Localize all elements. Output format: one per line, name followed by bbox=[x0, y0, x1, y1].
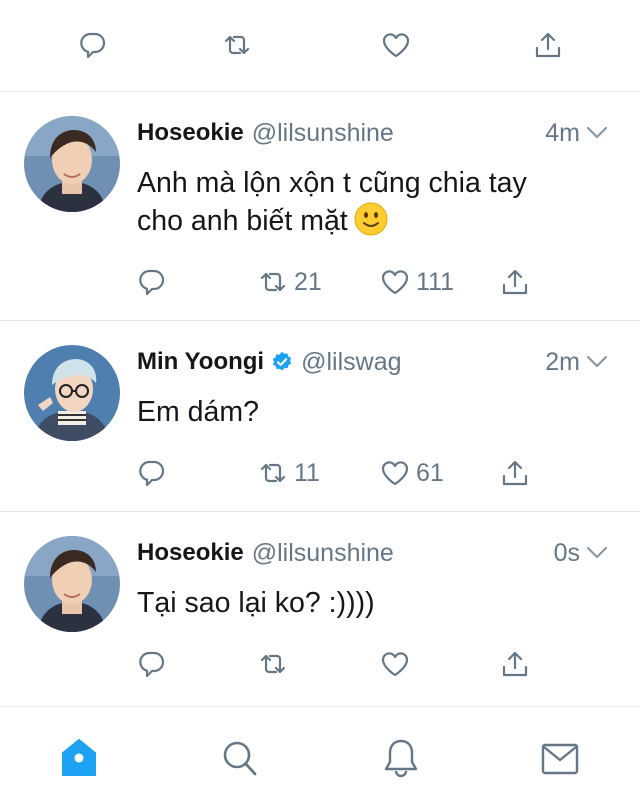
bottom-tab-bar bbox=[0, 706, 640, 802]
previous-tweet-actions bbox=[0, 0, 640, 92]
display-name[interactable]: Hoseokie bbox=[137, 539, 244, 567]
share-button[interactable] bbox=[500, 267, 530, 297]
search-icon[interactable] bbox=[220, 737, 258, 779]
retweet-icon bbox=[260, 272, 286, 292]
reply-button[interactable] bbox=[136, 649, 166, 679]
reply-icon bbox=[139, 651, 165, 678]
reply-icon bbox=[139, 460, 165, 487]
chevron-down-icon[interactable] bbox=[586, 355, 608, 369]
like-button[interactable]: 111 bbox=[380, 267, 454, 297]
like-button[interactable] bbox=[380, 649, 410, 679]
tweet-time: 0s bbox=[554, 536, 608, 570]
tweet-header: Hoseokie @lilsunshine bbox=[137, 536, 394, 570]
tweet[interactable]: Hoseokie @lilsunshine 0s Tại sao lại ko?… bbox=[0, 512, 640, 706]
timestamp: 2m bbox=[545, 347, 580, 376]
retweet-icon bbox=[260, 463, 286, 483]
user-handle[interactable]: @lilswag bbox=[301, 348, 401, 377]
like-button[interactable]: 61 bbox=[380, 458, 444, 488]
share-button[interactable] bbox=[500, 649, 530, 679]
like-count: 61 bbox=[416, 458, 444, 487]
like-icon bbox=[381, 270, 409, 295]
like-icon bbox=[381, 652, 409, 677]
tweet-header: Hoseokie @lilsunshine bbox=[137, 116, 394, 150]
reply-button[interactable] bbox=[136, 458, 166, 488]
display-name[interactable]: Min Yoongi bbox=[137, 348, 264, 376]
chevron-down-icon[interactable] bbox=[586, 546, 608, 560]
tweet-text: Em dám? bbox=[137, 396, 259, 428]
avatar[interactable] bbox=[24, 116, 120, 212]
home-icon[interactable] bbox=[60, 737, 98, 779]
retweet-icon bbox=[260, 654, 286, 674]
retweet-button[interactable]: 21 bbox=[258, 267, 322, 297]
like-icon[interactable] bbox=[381, 30, 411, 60]
tweet-time: 2m bbox=[545, 345, 608, 379]
notifications-icon[interactable] bbox=[382, 737, 420, 779]
tweet-text: Anh mà lộn xộn t cũng chia tay cho anh b… bbox=[137, 165, 607, 240]
share-icon[interactable] bbox=[533, 30, 563, 60]
retweet-count: 11 bbox=[294, 458, 320, 487]
share-icon bbox=[502, 651, 528, 677]
retweet-count: 21 bbox=[294, 267, 322, 296]
display-name[interactable]: Hoseokie bbox=[137, 119, 244, 147]
avatar[interactable] bbox=[24, 536, 120, 632]
tweet-text-line: cho anh biết mặt bbox=[137, 202, 607, 240]
tweet[interactable]: Min Yoongi @lilswag 2m Em dám? 11 61 bbox=[0, 321, 640, 512]
slightly-smiling-face-icon bbox=[354, 202, 388, 236]
like-count: 111 bbox=[416, 267, 455, 296]
tweet-text-line: Anh mà lộn xộn t cũng chia tay bbox=[137, 167, 527, 199]
reply-icon bbox=[139, 269, 165, 296]
tweet[interactable]: Hoseokie @lilsunshine 4m Anh mà lộn xộn … bbox=[0, 92, 640, 321]
like-icon bbox=[381, 461, 409, 486]
timestamp: 4m bbox=[545, 118, 580, 147]
retweet-button[interactable] bbox=[258, 649, 288, 679]
user-handle[interactable]: @lilsunshine bbox=[252, 539, 394, 568]
share-icon bbox=[502, 460, 528, 486]
messages-icon[interactable] bbox=[541, 737, 579, 779]
tweet-header: Min Yoongi @lilswag bbox=[137, 345, 402, 379]
tweet-time: 4m bbox=[545, 116, 608, 150]
chevron-down-icon[interactable] bbox=[586, 126, 608, 140]
tweet-text: Tại sao lại ko? :)))) bbox=[137, 587, 375, 619]
share-icon bbox=[502, 269, 528, 295]
reply-button[interactable] bbox=[136, 267, 166, 297]
avatar[interactable] bbox=[24, 345, 120, 441]
user-handle[interactable]: @lilsunshine bbox=[252, 119, 394, 148]
retweet-icon[interactable] bbox=[222, 30, 252, 60]
verified-badge-icon bbox=[272, 351, 292, 371]
timestamp: 0s bbox=[553, 538, 580, 567]
share-button[interactable] bbox=[500, 458, 530, 488]
retweet-button[interactable]: 11 bbox=[258, 458, 320, 488]
reply-icon[interactable] bbox=[77, 30, 107, 60]
